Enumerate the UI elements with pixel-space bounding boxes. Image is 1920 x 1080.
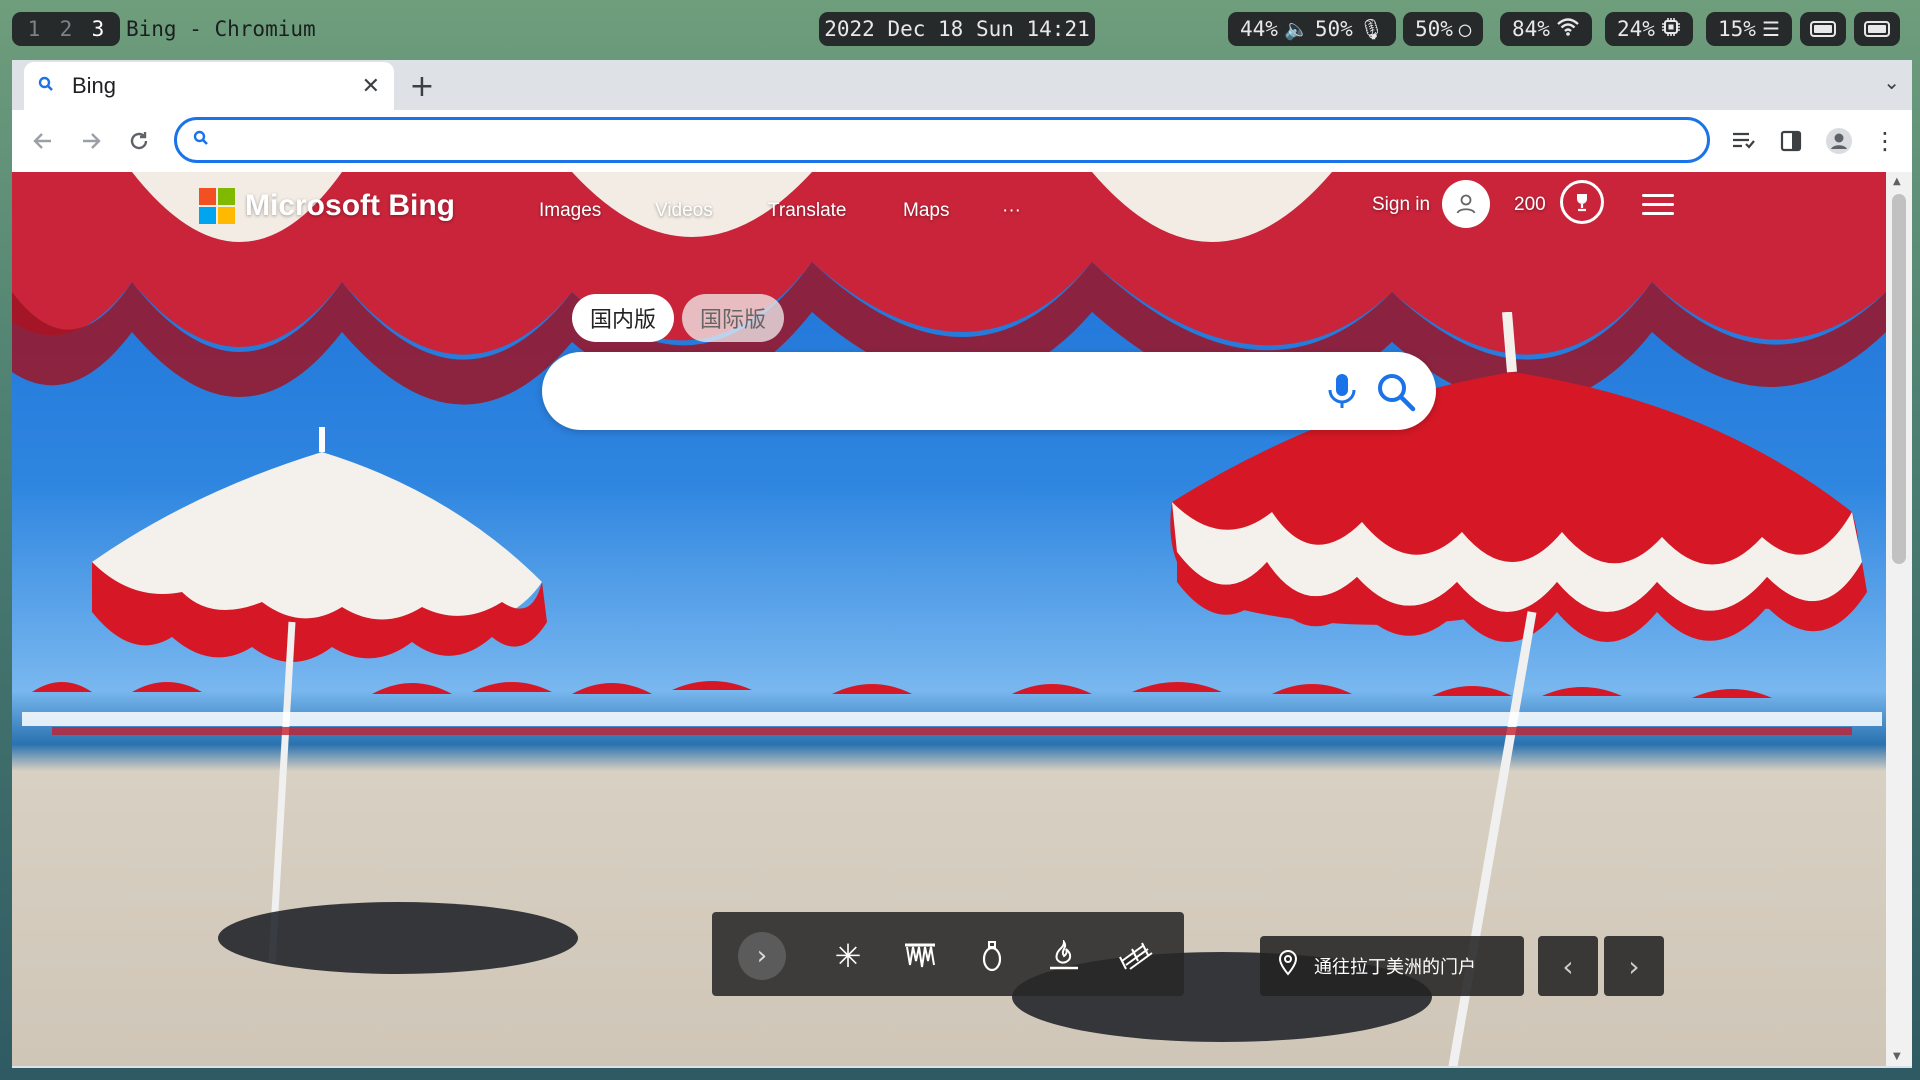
- nav-videos[interactable]: Videos: [655, 200, 713, 222]
- previous-image-button[interactable]: ‹: [1538, 936, 1598, 996]
- battery-icon: [1864, 21, 1890, 37]
- next-image-button[interactable]: ›: [1604, 936, 1664, 996]
- bing-search-box: [542, 352, 1436, 430]
- workspace-switcher: 1 2 3: [12, 12, 120, 46]
- microphone-icon[interactable]: [1322, 370, 1362, 412]
- bing-logo-text: Microsoft Bing: [245, 189, 455, 222]
- nav-images[interactable]: Images: [539, 200, 601, 222]
- sled-icon[interactable]: [1116, 936, 1156, 976]
- wifi-icon: [1556, 17, 1580, 42]
- reload-button[interactable]: [122, 124, 156, 158]
- page-scrollbar[interactable]: ▲ ▼: [1886, 172, 1912, 1066]
- side-panel-button[interactable]: [1774, 124, 1808, 158]
- workspace-2[interactable]: 2: [52, 17, 80, 41]
- brightness-status[interactable]: 50% ◯: [1403, 12, 1483, 46]
- tab-bing[interactable]: Bing ✕: [24, 62, 394, 110]
- memory-value: 15%: [1718, 17, 1756, 41]
- battery-1[interactable]: [1800, 12, 1846, 46]
- workspace-1[interactable]: 1: [20, 17, 48, 41]
- cpu-status[interactable]: 24%: [1605, 12, 1693, 46]
- scrollbar-thumb[interactable]: [1892, 194, 1906, 564]
- more-menu-button[interactable]: ⋮: [1868, 124, 1902, 158]
- location-pin-icon: [1278, 949, 1298, 982]
- forward-button[interactable]: [74, 124, 108, 158]
- desktop-top-bar: 1 2 3 Bing - Chromium 2022 Dec 18 Sun 14…: [0, 0, 1920, 58]
- umbrella-shadow: [218, 902, 578, 974]
- tab-search-chevron-icon[interactable]: ⌄: [1883, 70, 1900, 94]
- browser-toolbar: ⋮: [12, 110, 1912, 172]
- international-version-tab[interactable]: 国际版: [682, 294, 785, 342]
- icicles-icon[interactable]: [900, 936, 940, 976]
- battery-2[interactable]: [1854, 12, 1900, 46]
- memory-status[interactable]: 15% ☰: [1706, 12, 1792, 46]
- wifi-status[interactable]: 84%: [1500, 12, 1592, 46]
- search-icon: [38, 76, 62, 97]
- scroll-down-arrow-icon[interactable]: ▼: [1893, 1051, 1901, 1062]
- close-tab-icon[interactable]: ✕: [362, 74, 380, 99]
- side-panel-icon: [1780, 130, 1802, 152]
- reload-icon: [130, 132, 148, 150]
- search-icon: [193, 130, 209, 150]
- nav-maps[interactable]: Maps: [903, 200, 949, 222]
- chevron-right-icon: ›: [1628, 949, 1640, 983]
- audio-status[interactable]: 44% 🔈 50% 🎙: [1228, 12, 1397, 46]
- image-quiz-toolbar: › ✳: [712, 912, 1184, 996]
- cpu-chip-icon: [1661, 17, 1681, 42]
- back-button[interactable]: [26, 124, 60, 158]
- search-icon[interactable]: [1374, 370, 1418, 414]
- volume-value: 44%: [1240, 17, 1278, 41]
- microsoft-logo-icon: [199, 188, 235, 224]
- tab-title: Bing: [72, 73, 117, 98]
- speaker-icon: 🔈: [1283, 17, 1309, 41]
- bing-logo[interactable]: Microsoft Bing: [199, 188, 455, 224]
- page-viewport: Microsoft Bing Images Videos Translate M…: [12, 172, 1886, 1066]
- brightness-value: 50%: [1415, 17, 1453, 41]
- tab-strip: Bing ✕ + ⌄: [12, 60, 1912, 110]
- reading-list-button[interactable]: [1726, 124, 1760, 158]
- window-title: Bing - Chromium: [126, 17, 316, 41]
- mic-value: 50%: [1314, 17, 1353, 41]
- hamburger-menu-icon[interactable]: [1642, 188, 1674, 221]
- location-caption-text: 通往拉丁美洲的门户: [1314, 957, 1476, 978]
- chevron-left-icon: ‹: [1562, 949, 1574, 983]
- menu-lines-icon: ☰: [1761, 17, 1780, 41]
- cpu-value: 24%: [1617, 17, 1655, 41]
- kebab-menu-icon: ⋮: [1873, 127, 1897, 155]
- browser-window: Bing ✕ + ⌄ ⋮ Microsoft Bing Images Video…: [12, 60, 1912, 1068]
- region-toggle: 国内版 国际版: [572, 294, 785, 342]
- reading-list-icon: [1733, 132, 1755, 149]
- bing-search-input[interactable]: [572, 370, 1296, 412]
- nav-translate[interactable]: Translate: [768, 200, 847, 222]
- nav-more-ellipsis[interactable]: ···: [1002, 200, 1021, 222]
- rewards-points[interactable]: 200: [1514, 194, 1546, 216]
- image-location-caption[interactable]: 通往拉丁美洲的门户: [1260, 936, 1524, 996]
- rewards-trophy-icon[interactable]: [1560, 180, 1604, 224]
- domestic-version-tab[interactable]: 国内版: [572, 294, 675, 342]
- sign-in-link[interactable]: Sign in: [1372, 194, 1430, 216]
- brightness-icon: ◯: [1458, 17, 1471, 41]
- profile-button[interactable]: [1822, 124, 1856, 158]
- battery-icon: [1810, 21, 1836, 37]
- scroll-up-arrow-icon[interactable]: ▲: [1893, 176, 1901, 187]
- arrow-left-icon: [33, 133, 51, 149]
- wifi-value: 84%: [1512, 17, 1550, 41]
- ornament-icon[interactable]: [972, 936, 1012, 976]
- user-avatar-icon[interactable]: [1442, 180, 1490, 228]
- profile-avatar-icon: [1826, 128, 1852, 154]
- workspace-3[interactable]: 3: [84, 17, 112, 41]
- address-input[interactable]: [219, 127, 1707, 153]
- clock: 2022 Dec 18 Sun 14:21: [819, 12, 1095, 46]
- address-bar[interactable]: [174, 117, 1710, 163]
- arrow-right-icon: [83, 133, 101, 149]
- new-tab-button[interactable]: +: [404, 68, 440, 104]
- chevron-right-icon[interactable]: ›: [738, 932, 786, 980]
- microphone-icon: 🎙: [1358, 17, 1385, 41]
- snowflake-icon[interactable]: ✳: [828, 936, 868, 976]
- fireplace-icon[interactable]: [1044, 936, 1084, 976]
- distant-beach-umbrellas: [22, 681, 1882, 735]
